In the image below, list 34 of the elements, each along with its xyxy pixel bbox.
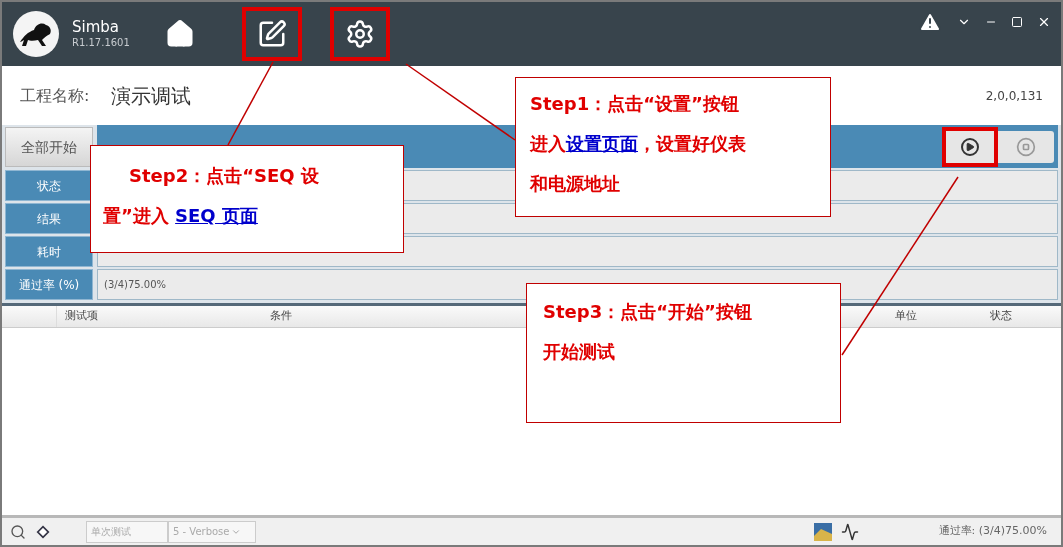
row-label: 耗时 xyxy=(5,236,93,267)
log-level-value: 5 - Verbose xyxy=(173,525,230,539)
stop-icon xyxy=(1016,136,1036,157)
app-name: Simba xyxy=(72,18,120,38)
home-icon xyxy=(164,19,195,49)
column-header[interactable]: 测试项 xyxy=(57,308,262,325)
settings-icon xyxy=(344,19,375,49)
pass-rate-text: 通过率: (3/4)75.00% xyxy=(938,523,1047,540)
app-version: R1.17.1601 xyxy=(72,37,130,50)
row-label: 通过率 (%) xyxy=(5,269,93,300)
nav-button[interactable] xyxy=(241,7,302,61)
play-button[interactable] xyxy=(942,126,998,167)
start-all-button[interactable]: 全部开始 xyxy=(5,127,93,167)
row-label: 状态 xyxy=(5,170,93,201)
waveform-icon[interactable] xyxy=(840,522,859,541)
column-header[interactable]: 状态 xyxy=(941,308,1061,325)
image-icon[interactable] xyxy=(812,521,833,542)
row-label: 结果 xyxy=(5,203,93,234)
callout-text: Step1：点击“设置”按钮 进入设置页面，设置好仪表 和电源地址 xyxy=(530,92,747,196)
zoom-icon[interactable] xyxy=(10,523,26,540)
callout-text: Step2：点击“SEQ 设 置”进入 SEQ 页面 xyxy=(103,164,320,228)
lion-logo xyxy=(12,10,60,58)
project-name: 演示调试 xyxy=(111,82,192,110)
callout-text: Step3：点击“开始”按钮 开始测试 xyxy=(543,300,753,364)
nav-button[interactable] xyxy=(329,7,390,61)
maximize-icon[interactable] xyxy=(1011,16,1023,28)
version-number: 2,0,0,131 xyxy=(985,87,1043,105)
callout-link[interactable]: SEQ 页面 xyxy=(175,205,258,226)
play-icon xyxy=(961,137,979,156)
callout-link[interactable]: 设置页面 xyxy=(566,133,638,154)
close-icon[interactable] xyxy=(1037,15,1051,29)
column-header[interactable]: 单位 xyxy=(871,308,941,325)
project-label: 工程名称: xyxy=(20,84,90,107)
tag-icon[interactable] xyxy=(36,524,50,539)
